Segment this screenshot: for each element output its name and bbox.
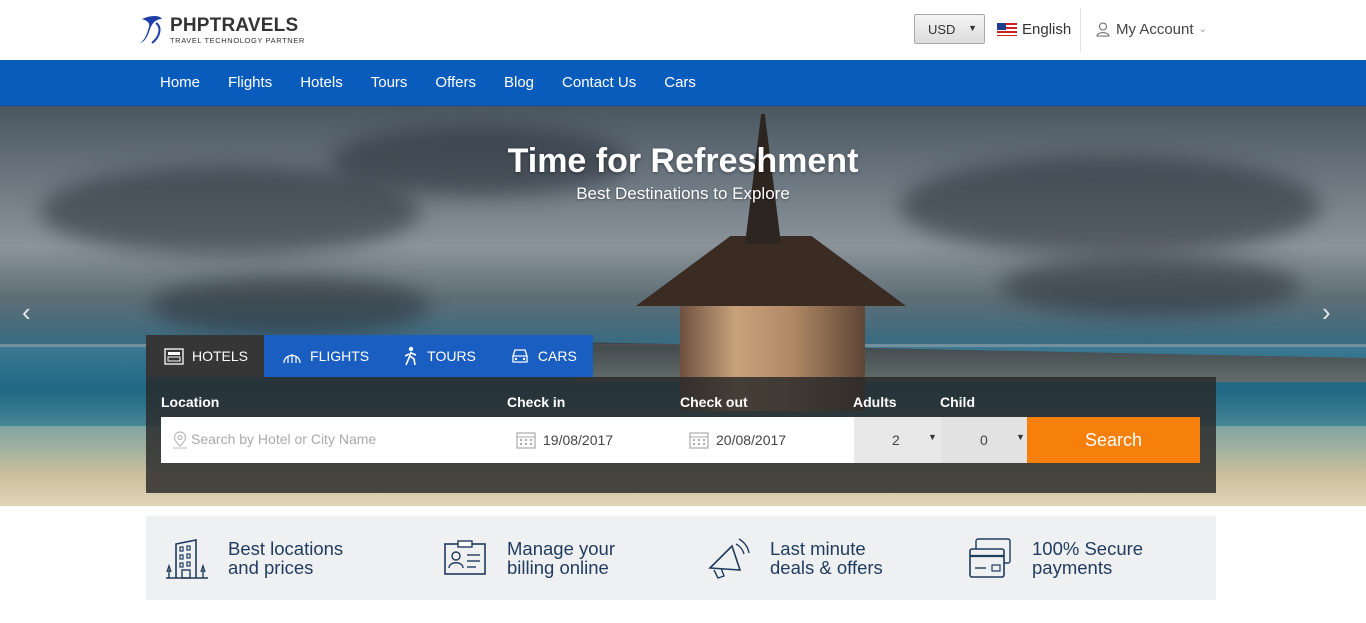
- caret-down-icon: ▼: [928, 432, 937, 442]
- top-header: PHPTRAVELS TRAVEL TECHNOLOGY PARTNER USD…: [0, 0, 1366, 60]
- main-nav: Home Flights Hotels Tours Offers Blog Co…: [0, 60, 1366, 106]
- hero-cloud: [150, 276, 430, 336]
- tab-flights[interactable]: FLIGHTS: [264, 335, 386, 377]
- us-flag-icon: [997, 23, 1017, 36]
- hero-title: Time for Refreshment: [507, 142, 859, 180]
- id-card-icon: [444, 540, 486, 575]
- feature-4-line1: 100% Secure: [1032, 538, 1144, 559]
- logo-name: PHPTRAVELS: [170, 14, 299, 36]
- tab-cars[interactable]: CARS: [491, 335, 593, 377]
- child-label: Child: [940, 394, 975, 410]
- site-logo[interactable]: PHPTRAVELS TRAVEL TECHNOLOGY PARTNER: [136, 12, 306, 48]
- car-icon: [512, 349, 528, 363]
- feature-last-minute: Last minute deals & offers: [706, 516, 883, 600]
- nav-cars[interactable]: Cars: [650, 60, 710, 106]
- logo-icon: [140, 16, 162, 44]
- hero-slider: Time for Refreshment Best Destinations t…: [0, 106, 1366, 506]
- tab-tours[interactable]: TOURS: [385, 335, 492, 377]
- logo-tagline: TRAVEL TECHNOLOGY PARTNER: [170, 35, 305, 45]
- slider-next-arrow-icon[interactable]: ›: [1322, 299, 1331, 325]
- nav-tours[interactable]: Tours: [357, 60, 422, 106]
- tab-tours-label: TOURS: [427, 348, 476, 364]
- nav-hotels[interactable]: Hotels: [286, 60, 357, 106]
- flights-icon: [283, 354, 301, 364]
- checkin-field[interactable]: 19/08/2017: [516, 431, 613, 449]
- currency-select[interactable]: USD ▼: [914, 14, 985, 44]
- nav-blog[interactable]: Blog: [490, 60, 548, 106]
- search-tabs: HOTELS FLIGHTS TOURS CARS: [146, 335, 593, 377]
- feature-2-line1: Manage your: [507, 538, 615, 559]
- location-pin-icon: [173, 431, 187, 449]
- hotel-building-icon: [166, 539, 208, 579]
- calendar-icon: [516, 432, 536, 449]
- hotel-icon: [164, 348, 184, 365]
- feature-1-line1: Best locations: [228, 538, 344, 559]
- currency-value: USD: [928, 21, 956, 37]
- my-account-menu[interactable]: My Account ⌄: [1096, 21, 1207, 38]
- features-strip: Best locations and prices Manage your bi…: [146, 516, 1216, 600]
- feature-1-line2: and prices: [228, 557, 314, 578]
- adults-select[interactable]: 2 ▼: [854, 417, 941, 463]
- language-label: English: [1022, 21, 1072, 38]
- megaphone-icon: [708, 538, 750, 579]
- hero-hut-roof: [636, 236, 906, 306]
- hero-subtitle: Best Destinations to Explore: [576, 184, 790, 203]
- feature-4-line2: payments: [1032, 557, 1113, 578]
- child-value: 0: [980, 432, 988, 448]
- language-selector[interactable]: English: [997, 21, 1071, 38]
- nav-home[interactable]: Home: [146, 60, 214, 106]
- checkin-value: 19/08/2017: [543, 432, 614, 448]
- tab-hotels-label: HOTELS: [192, 348, 249, 364]
- nav-offers[interactable]: Offers: [421, 60, 490, 106]
- user-icon: [1096, 22, 1110, 37]
- search-inputs-box: Search by Hotel or City Name 19/08/2017: [161, 417, 854, 463]
- slider-prev-arrow-icon[interactable]: ‹: [22, 299, 31, 325]
- tours-hiker-icon: [404, 346, 417, 366]
- nav-contact-us[interactable]: Contact Us: [548, 60, 650, 106]
- caret-down-icon: ▼: [1016, 432, 1025, 442]
- hotel-search-form: Location Check in Check out Adults Child…: [146, 377, 1216, 493]
- feature-manage-billing: Manage your billing online: [443, 516, 615, 600]
- feature-2-line2: billing online: [507, 557, 609, 578]
- calendar-icon: [689, 432, 709, 449]
- checkin-label: Check in: [507, 394, 566, 410]
- search-button[interactable]: Search: [1027, 417, 1200, 463]
- caret-down-icon: ▼: [968, 23, 977, 33]
- feature-3-line1: Last minute: [770, 538, 866, 559]
- feature-3-line2: deals & offers: [770, 557, 883, 578]
- feature-best-locations: Best locations and prices: [166, 516, 343, 600]
- checkout-value: 20/08/2017: [716, 432, 787, 448]
- adults-value: 2: [892, 432, 900, 448]
- tab-flights-label: FLIGHTS: [310, 348, 370, 364]
- nav-flights[interactable]: Flights: [214, 60, 286, 106]
- child-select[interactable]: 0 ▼: [941, 417, 1027, 463]
- checkout-label: Check out: [680, 394, 748, 410]
- chevron-down-icon: ⌄: [1198, 24, 1207, 35]
- account-label: My Account: [1116, 21, 1194, 38]
- tab-cars-label: CARS: [537, 348, 577, 364]
- adults-label: Adults: [853, 394, 897, 410]
- location-input[interactable]: Search by Hotel or City Name: [191, 431, 376, 447]
- hero-cloud: [1000, 256, 1300, 316]
- credit-card-icon: [969, 538, 1011, 578]
- location-label: Location: [161, 394, 220, 410]
- header-divider: [1080, 8, 1081, 52]
- tab-hotels[interactable]: HOTELS: [146, 335, 265, 377]
- checkout-field[interactable]: 20/08/2017: [689, 431, 786, 449]
- feature-secure-payments: 100% Secure payments: [968, 516, 1143, 600]
